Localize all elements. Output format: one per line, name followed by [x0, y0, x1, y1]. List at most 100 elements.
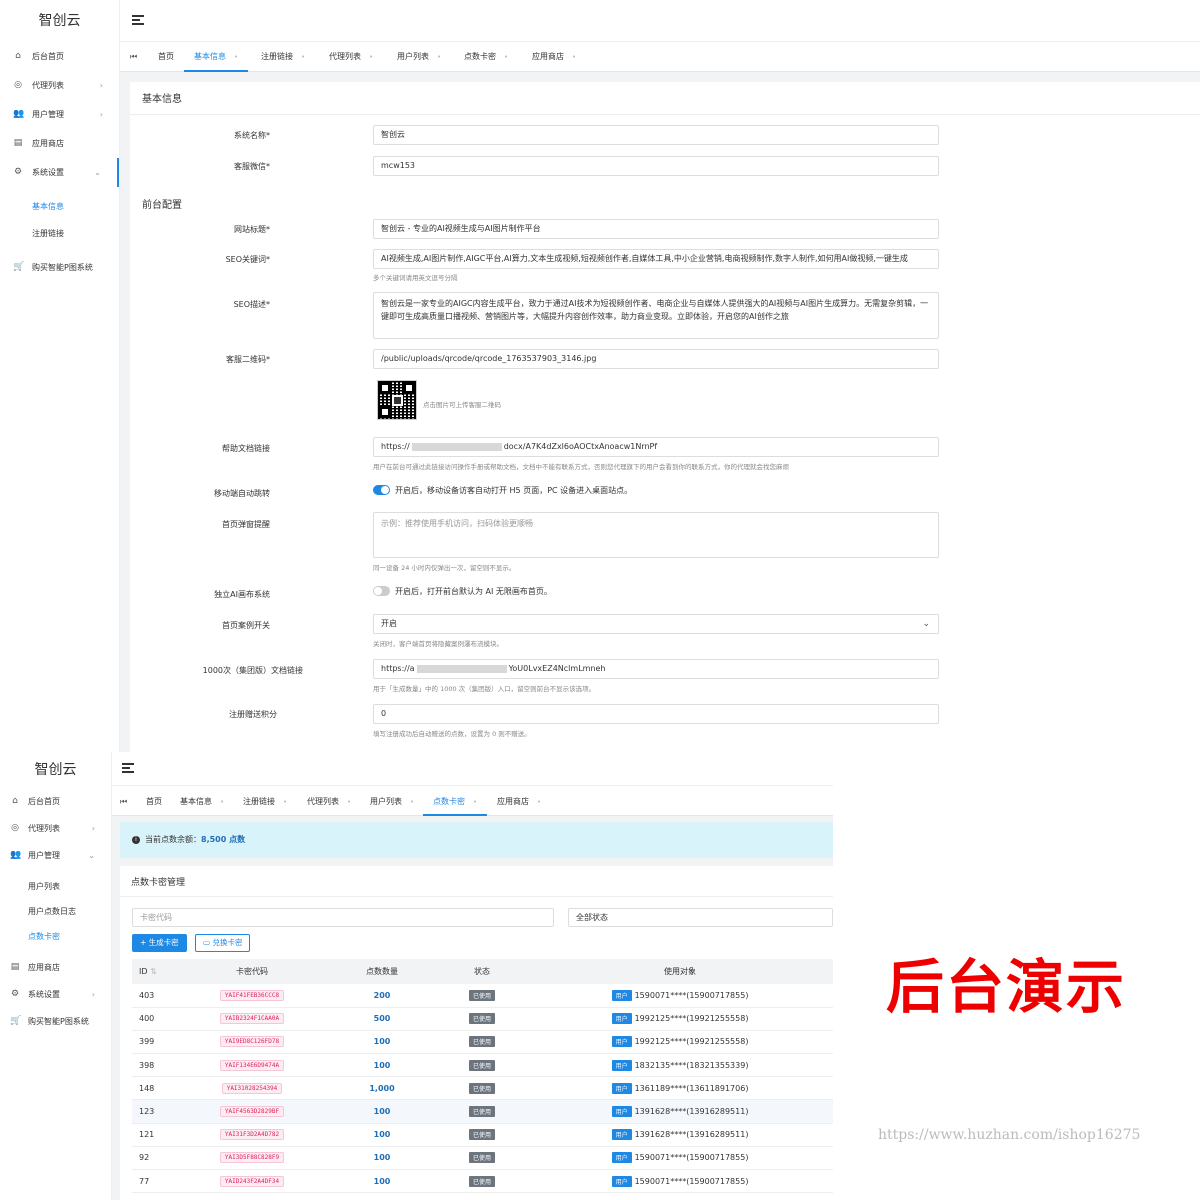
topbar	[112, 752, 833, 786]
generate-card-button[interactable]: + 生成卡密	[132, 934, 187, 952]
sidebar-sub-userlist[interactable]: 用户列表	[0, 874, 111, 899]
close-icon[interactable]: •	[301, 53, 305, 61]
close-icon[interactable]: •	[220, 798, 224, 806]
status-filter-select[interactable]: 全部状态	[568, 908, 833, 927]
points-value: 100	[373, 1130, 391, 1140]
sidebar-item-buy[interactable]: 🛒 购买智能P图系统	[0, 1008, 111, 1035]
sidebar-item-store[interactable]: ▤ 应用商店	[0, 129, 119, 158]
close-icon[interactable]: •	[473, 798, 477, 806]
home-icon: ⌂	[12, 796, 18, 806]
sort-icon: ⇅	[150, 967, 157, 976]
wechat-input[interactable]: mcw153	[373, 156, 939, 176]
cell-status: 已使用	[437, 1030, 527, 1055]
col-header-code: 卡密代码	[177, 959, 327, 984]
sidebar-sub-cards[interactable]: 点数卡密	[0, 924, 111, 949]
col-header-status: 状态	[437, 959, 527, 984]
close-icon[interactable]: •	[283, 798, 287, 806]
cell-status: 已使用	[437, 1123, 527, 1147]
col-header-id[interactable]: ID ⇅	[132, 959, 177, 984]
sidebar-item-settings[interactable]: ⚙ 系统设置 ›	[0, 981, 111, 1008]
sidebar-item-settings[interactable]: ⚙ 系统设置 ⌄	[0, 158, 119, 187]
k1000-link-input[interactable]: https://a YoU0LvxEZ4NclmLmneh	[373, 659, 939, 679]
tab-store[interactable]: 应用商店 •	[522, 42, 586, 72]
site-title-input[interactable]: 智创云 - 专业的AI视频生成与AI图片制作平台	[373, 219, 939, 239]
status-badge: 已使用	[468, 1013, 495, 1025]
sidebar-item-agents[interactable]: ◎ 代理列表 ›	[0, 815, 111, 842]
card-code-search-input[interactable]: 卡密代码	[132, 908, 554, 927]
cell-id: 77	[132, 1169, 177, 1194]
cell-user: 用户 1590071****(15900717855)	[527, 1169, 833, 1194]
menu-toggle-icon[interactable]	[132, 15, 144, 25]
menu-toggle-icon[interactable]	[122, 763, 134, 773]
main-content: 基本信息 系统名称* 智创云 客服微信* mcw153 前台配置 网站标题* 智…	[120, 72, 1200, 752]
user-tag-badge: 用户	[611, 1013, 632, 1025]
sidebar-item-users[interactable]: 👥 用户管理 ⌄	[0, 842, 111, 869]
case-switch-select[interactable]: 开启 ⌄	[373, 614, 939, 634]
qrcode-path-input[interactable]: /public/uploads/qrcode/qrcode_1763537903…	[373, 349, 939, 369]
sidebar-sub-basic[interactable]: 基本信息	[0, 193, 119, 220]
close-icon[interactable]: •	[410, 798, 414, 806]
user-value: 1992125****(19921255558)	[634, 1037, 749, 1047]
status-badge: 已使用	[468, 1036, 495, 1048]
first-tab-icon[interactable]: ⏮	[130, 42, 137, 72]
tab-home[interactable]: 首页	[136, 788, 172, 816]
tab-agents[interactable]: 代理列表 •	[297, 788, 361, 816]
tab-users[interactable]: 用户列表 •	[360, 788, 424, 816]
close-icon[interactable]: •	[437, 53, 441, 61]
tab-store[interactable]: 应用商店 •	[487, 788, 551, 816]
tab-cards[interactable]: 点数卡密 •	[423, 788, 488, 816]
tab-basic[interactable]: 基本信息 •	[170, 788, 234, 816]
close-icon[interactable]: •	[537, 798, 541, 806]
sidebar-item-users[interactable]: 👥 用户管理 ›	[0, 100, 119, 129]
sidebar-sub-register[interactable]: 注册链接	[0, 220, 119, 247]
status-badge: 已使用	[468, 1106, 495, 1118]
first-tab-icon[interactable]: ⏮	[120, 788, 127, 816]
cards-table: ID ⇅ 卡密代码 点数数量 状态 使用对象 403 YAIF41FEB36CCC…	[132, 959, 833, 1194]
hint-help-link: 用户在前台可通过此链接访问操作手册或帮助文档，文档中不能有联系方式，否则您代理旗…	[373, 463, 789, 471]
tab-register[interactable]: 注册链接 •	[251, 42, 315, 72]
sidebar-item-store[interactable]: ▤ 应用商店	[0, 954, 111, 981]
cell-user: 用户 1590071****(15900717855)	[527, 1146, 833, 1171]
tab-home[interactable]: 首页	[148, 42, 184, 72]
redeem-card-button[interactable]: ▭ 兑换卡密	[195, 934, 251, 952]
label-ai-canvas: 独立AI画布系统	[214, 590, 270, 599]
cell-points: 100	[327, 1169, 437, 1194]
mobile-jump-toggle[interactable]	[373, 485, 390, 495]
points-value: 100	[373, 1107, 391, 1117]
sidebar-item-home[interactable]: ⌂ 后台首页	[0, 788, 111, 815]
sys-name-input[interactable]: 智创云	[373, 125, 939, 145]
points-value: 100	[373, 1153, 391, 1163]
label-help-link: 帮助文档链接	[222, 444, 270, 453]
ai-canvas-toggle[interactable]	[373, 586, 390, 596]
info-icon: i	[132, 835, 140, 844]
logo: 智创云	[34, 762, 77, 778]
close-icon[interactable]: •	[572, 53, 576, 61]
qrcode-image[interactable]	[377, 380, 417, 420]
seo-desc-textarea[interactable]: 智创云是一家专业的AIGC内容生成平台，致力于通过AI技术为短视频创作者、电商企…	[373, 292, 939, 339]
tab-basic[interactable]: 基本信息 •	[184, 42, 249, 72]
tab-register[interactable]: 注册链接 •	[233, 788, 297, 816]
settings-card: 基本信息 系统名称* 智创云 客服微信* mcw153 前台配置 网站标题* 智…	[130, 82, 1200, 752]
close-icon[interactable]: •	[504, 53, 508, 61]
user-value: 1590071****(15900717855)	[634, 1153, 749, 1163]
popup-textarea[interactable]: 示例：推荐使用手机访问，扫码体验更顺畅	[373, 512, 939, 558]
user-tag-badge: 用户	[611, 1036, 632, 1048]
tab-agents[interactable]: 代理列表 •	[319, 42, 383, 72]
status-badge: 已使用	[468, 1175, 495, 1187]
tab-users[interactable]: 用户列表 •	[387, 42, 451, 72]
close-icon[interactable]: •	[369, 53, 373, 61]
section-title-basic: 基本信息	[142, 94, 182, 105]
sidebar-sub-pointlog[interactable]: 用户点数日志	[0, 899, 111, 924]
close-icon[interactable]: •	[234, 53, 238, 61]
topbar	[120, 0, 1200, 42]
sidebar-item-agents[interactable]: ◎ 代理列表 ›	[0, 71, 119, 100]
sidebar-item-buy[interactable]: 🛒 购买智能P图系统	[0, 253, 119, 282]
user-tag-badge: 用户	[611, 1082, 632, 1094]
close-icon[interactable]: •	[347, 798, 351, 806]
globe-icon: ◎	[14, 80, 22, 90]
help-link-input[interactable]: https://docx/A7K4dZxl6oAOCtxAnoacw1NrnPf	[373, 437, 939, 457]
sidebar-item-home[interactable]: ⌂ 后台首页	[0, 42, 119, 71]
tab-cards[interactable]: 点数卡密 •	[454, 42, 518, 72]
seo-keywords-input[interactable]: AI视频生成,AI图片制作,AIGC平台,AI算力,文本生成视频,短视频创作者,…	[373, 249, 939, 269]
reg-points-input[interactable]: 0	[373, 704, 939, 724]
